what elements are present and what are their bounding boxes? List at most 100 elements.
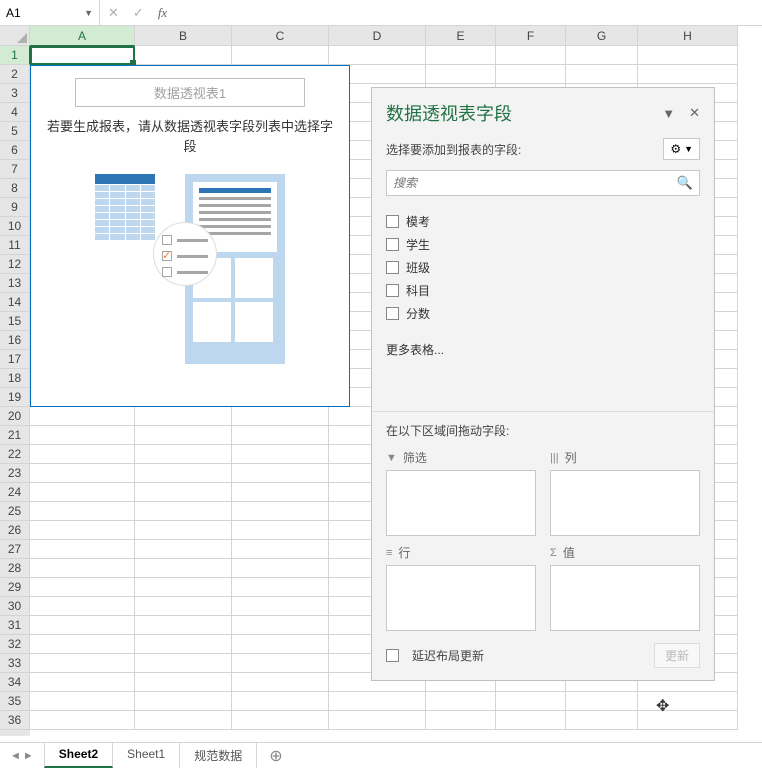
fx-icon[interactable]: fx <box>158 5 167 21</box>
cell[interactable] <box>232 559 329 578</box>
cell[interactable] <box>232 426 329 445</box>
row-header[interactable]: 16 <box>0 331 30 350</box>
cell[interactable] <box>30 445 135 464</box>
field-item[interactable]: 学生 <box>386 233 700 256</box>
cell[interactable] <box>566 711 638 730</box>
row-header[interactable]: 33 <box>0 654 30 673</box>
row-header[interactable]: 28 <box>0 559 30 578</box>
cell[interactable] <box>30 407 135 426</box>
cell[interactable] <box>135 578 232 597</box>
cell[interactable] <box>232 635 329 654</box>
cell[interactable] <box>232 483 329 502</box>
cell[interactable] <box>135 46 232 65</box>
row-header[interactable]: 25 <box>0 502 30 521</box>
cell[interactable] <box>638 711 738 730</box>
cell[interactable] <box>566 65 638 84</box>
row-header[interactable]: 11 <box>0 236 30 255</box>
search-icon[interactable]: 🔍 <box>677 175 693 191</box>
field-search-box[interactable]: 🔍 <box>386 170 700 196</box>
cell[interactable] <box>30 635 135 654</box>
defer-layout-checkbox[interactable]: 延迟布局更新 <box>386 647 484 664</box>
row-header[interactable]: 23 <box>0 464 30 483</box>
row-header[interactable]: 32 <box>0 635 30 654</box>
cell[interactable] <box>135 483 232 502</box>
cell[interactable] <box>232 578 329 597</box>
cell[interactable] <box>135 464 232 483</box>
cell[interactable] <box>232 445 329 464</box>
filter-area[interactable]: ▼筛选 <box>386 449 536 536</box>
cell[interactable] <box>30 426 135 445</box>
columns-area[interactable]: |||列 <box>550 449 700 536</box>
cell[interactable] <box>232 540 329 559</box>
new-sheet-button[interactable]: ⊕ <box>257 746 294 766</box>
row-header[interactable]: 7 <box>0 160 30 179</box>
columns-drop-zone[interactable] <box>550 470 700 536</box>
cell[interactable] <box>232 616 329 635</box>
cell[interactable] <box>496 65 566 84</box>
row-header[interactable]: 12 <box>0 255 30 274</box>
sheet-tab[interactable]: Sheet2 <box>44 742 113 768</box>
row-header[interactable]: 26 <box>0 521 30 540</box>
row-header[interactable]: 21 <box>0 426 30 445</box>
cell[interactable] <box>426 692 496 711</box>
column-header[interactable]: A <box>30 26 135 46</box>
panel-settings-button[interactable]: ⚙ ▼ <box>663 138 700 160</box>
cell[interactable] <box>232 692 329 711</box>
cell[interactable] <box>135 616 232 635</box>
row-header[interactable]: 10 <box>0 217 30 236</box>
cell[interactable] <box>638 65 738 84</box>
cell[interactable] <box>30 616 135 635</box>
cell[interactable] <box>329 692 426 711</box>
cell[interactable] <box>426 65 496 84</box>
row-header[interactable]: 13 <box>0 274 30 293</box>
cell[interactable] <box>496 46 566 65</box>
cell[interactable] <box>135 426 232 445</box>
sheet-tab[interactable]: Sheet1 <box>113 743 180 768</box>
cell[interactable] <box>135 502 232 521</box>
cell[interactable] <box>232 673 329 692</box>
cell[interactable] <box>30 711 135 730</box>
row-header[interactable]: 18 <box>0 369 30 388</box>
row-header[interactable]: 31 <box>0 616 30 635</box>
cell-reference-input[interactable] <box>6 6 76 20</box>
row-header[interactable]: 22 <box>0 445 30 464</box>
cell[interactable] <box>232 654 329 673</box>
sheet-tab[interactable]: 规范数据 <box>180 743 257 768</box>
cell[interactable] <box>135 654 232 673</box>
cell[interactable] <box>232 521 329 540</box>
cell[interactable] <box>135 711 232 730</box>
more-tables-link[interactable]: 更多表格... <box>372 331 714 368</box>
cell[interactable] <box>232 502 329 521</box>
cell[interactable] <box>232 711 329 730</box>
cell[interactable] <box>30 578 135 597</box>
tab-scroll-right-icon[interactable]: ► <box>23 750 34 762</box>
row-header[interactable]: 20 <box>0 407 30 426</box>
field-item[interactable]: 模考 <box>386 210 700 233</box>
formula-input[interactable] <box>175 0 762 25</box>
cell[interactable] <box>135 559 232 578</box>
column-header[interactable]: E <box>426 26 496 46</box>
cell[interactable] <box>30 540 135 559</box>
rows-drop-zone[interactable] <box>386 565 536 631</box>
filter-drop-zone[interactable] <box>386 470 536 536</box>
update-button[interactable]: 更新 <box>654 643 700 668</box>
cell[interactable] <box>135 540 232 559</box>
cell[interactable] <box>135 692 232 711</box>
cell[interactable] <box>30 654 135 673</box>
row-header[interactable]: 29 <box>0 578 30 597</box>
cell[interactable] <box>426 711 496 730</box>
cell[interactable] <box>566 46 638 65</box>
row-header[interactable]: 24 <box>0 483 30 502</box>
cell[interactable] <box>135 521 232 540</box>
cell[interactable] <box>496 692 566 711</box>
row-header[interactable]: 30 <box>0 597 30 616</box>
cell[interactable] <box>30 483 135 502</box>
cell[interactable] <box>30 46 135 65</box>
cell[interactable] <box>30 521 135 540</box>
cell[interactable] <box>30 692 135 711</box>
row-header[interactable]: 9 <box>0 198 30 217</box>
row-header[interactable]: 19 <box>0 388 30 407</box>
column-header[interactable]: H <box>638 26 738 46</box>
values-area[interactable]: Σ值 <box>550 544 700 631</box>
column-header[interactable]: G <box>566 26 638 46</box>
